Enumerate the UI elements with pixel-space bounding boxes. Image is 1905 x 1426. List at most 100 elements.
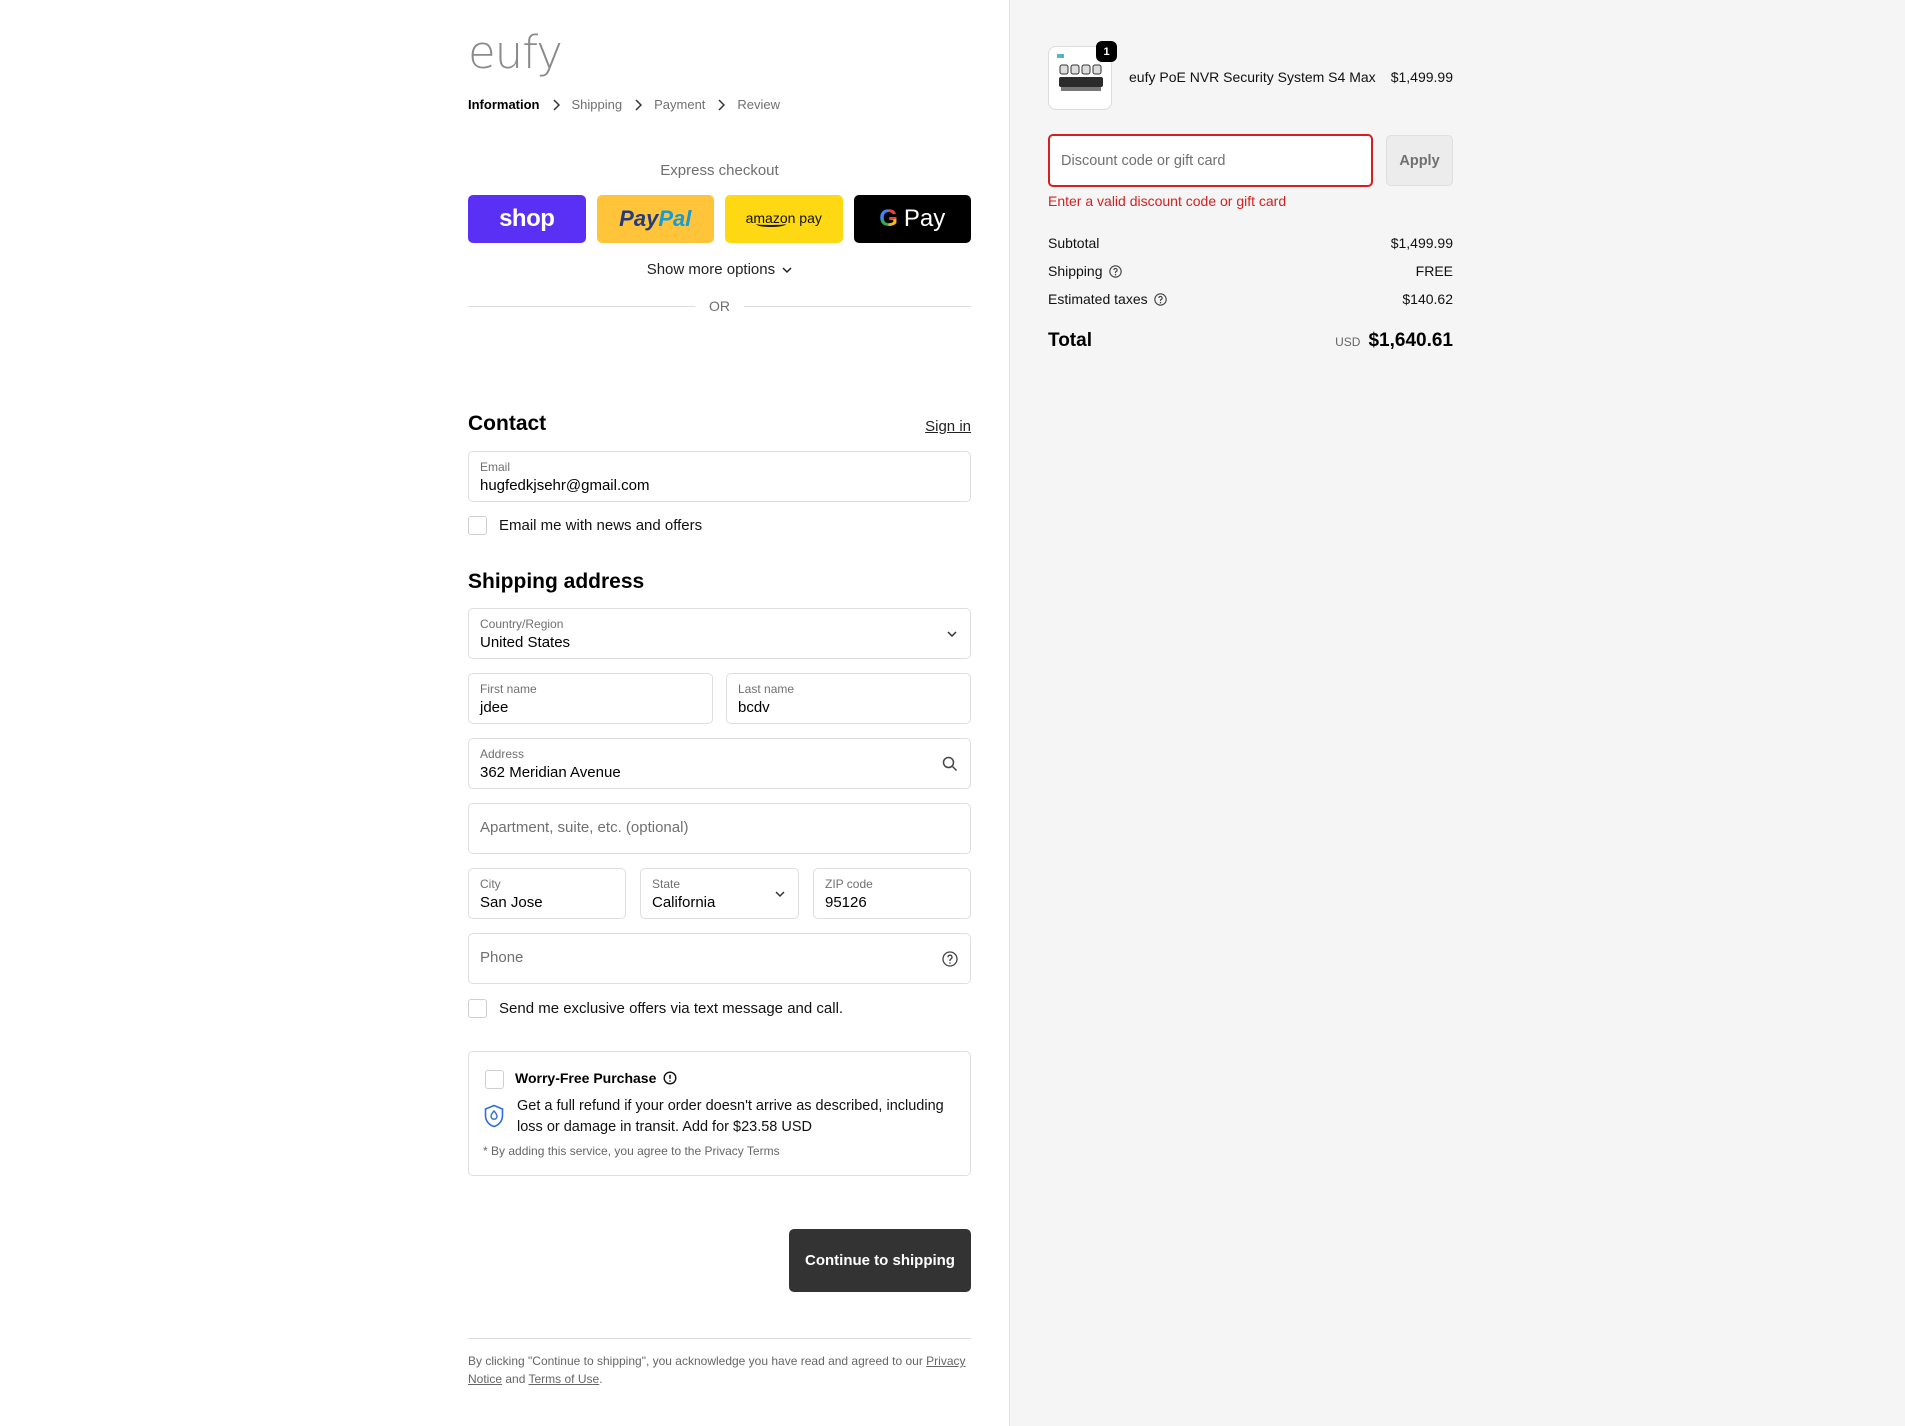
discount-code-input[interactable]: Discount code or gift card (1048, 134, 1373, 187)
zip-label: ZIP code (825, 877, 873, 891)
google-pay-label: Pay (903, 205, 946, 232)
first-name-label: First name (480, 682, 537, 696)
shop-pay-label: shop (499, 205, 555, 232)
taxes-value: $140.62 (1402, 291, 1453, 307)
show-more-options-button[interactable]: Show more options (468, 261, 971, 278)
shipping-address-heading: Shipping address (468, 570, 645, 593)
shop-pay-button[interactable]: shop (468, 195, 586, 243)
zip-value: 95126 (825, 894, 867, 911)
chevron-down-icon (946, 630, 958, 638)
first-name-value: jdee (480, 699, 509, 716)
address-value: 362 Meridian Avenue (480, 764, 621, 781)
quantity-badge: 1 (1096, 41, 1117, 62)
email-news-checkbox[interactable] (468, 516, 487, 535)
state-value: California (652, 894, 716, 911)
breadcrumb-review[interactable]: Review (737, 97, 780, 112)
divider-line (468, 305, 695, 307)
breadcrumb-shipping[interactable]: Shipping (572, 97, 623, 112)
google-pay-button[interactable]: G Pay (853, 195, 971, 243)
breadcrumb-information: Information (468, 97, 540, 112)
order-summary-panel: 1 eufy PoE NVR Security System S4 Max $1… (1009, 0, 1905, 1426)
phone-field[interactable]: Phone (468, 933, 971, 984)
zip-field[interactable]: ZIP code 95126 (813, 868, 971, 919)
breadcrumb: Information Shipping Payment Review (468, 97, 780, 112)
help-circle-icon[interactable] (1153, 292, 1167, 306)
apartment-field[interactable]: Apartment, suite, etc. (optional) (468, 803, 971, 854)
currency-code: USD (1335, 335, 1361, 349)
discount-error-message: Enter a valid discount code or gift card (1048, 193, 1287, 209)
eufy-logo[interactable]: eufy (468, 30, 563, 75)
shipping-label-group: Shipping (1048, 263, 1122, 279)
paypal-button[interactable]: Pay Pal (596, 195, 714, 243)
country-select[interactable]: Country/Region United States (468, 608, 971, 659)
chevron-down-icon (782, 267, 792, 274)
legal-suffix: . (599, 1372, 603, 1386)
total-amount-group: USD $1,640.61 (1335, 330, 1453, 352)
worry-free-note: * By adding this service, you agree to t… (483, 1144, 780, 1158)
or-label: OR (709, 298, 730, 314)
legal-notice: By clicking "Continue to shipping", you … (468, 1352, 971, 1388)
legal-and: and (502, 1372, 529, 1386)
country-value: United States (480, 634, 571, 651)
footer-divider (468, 1338, 971, 1339)
amazon-smile-icon (755, 221, 786, 227)
worry-free-purchase-box: Worry-Free Purchase Get a full refund if… (468, 1051, 971, 1176)
worry-free-checkbox[interactable] (485, 1070, 504, 1089)
amazon-pay-button[interactable]: amazon pay (725, 195, 843, 243)
search-icon (942, 756, 958, 772)
contact-heading: Contact (468, 412, 547, 435)
google-g-icon: G (879, 205, 898, 232)
show-more-options-label: Show more options (646, 261, 776, 278)
chevron-right-icon (717, 98, 726, 111)
worry-free-description: Get a full refund if your order doesn't … (517, 1098, 944, 1135)
terms-of-use-link[interactable]: Terms of Use (529, 1372, 600, 1386)
city-value: San Jose (480, 894, 543, 911)
paypal-label-1: Pay (619, 206, 659, 231)
state-select[interactable]: State California (640, 868, 799, 919)
city-label: City (480, 877, 501, 891)
continue-to-shipping-button[interactable]: Continue to shipping (789, 1229, 971, 1292)
divider-line (744, 305, 971, 307)
apartment-placeholder: Apartment, suite, etc. (optional) (480, 819, 689, 836)
taxes-row: Estimated taxes $140.62 (1048, 291, 1453, 307)
address-label: Address (480, 747, 525, 761)
or-divider: OR (468, 298, 971, 314)
help-circle-icon[interactable] (1108, 264, 1122, 278)
worry-free-title: Worry-Free Purchase (515, 1070, 677, 1086)
total-row: Total USD $1,640.61 (1048, 330, 1453, 352)
help-circle-icon[interactable] (942, 950, 958, 967)
subtotal-row: Subtotal $1,499.99 (1048, 235, 1453, 251)
email-field[interactable]: Email hugfedkjsehr@gmail.com (468, 451, 971, 502)
taxes-label-group: Estimated taxes (1048, 291, 1167, 307)
country-label: Country/Region (480, 617, 564, 631)
shipping-label: Shipping (1048, 263, 1103, 279)
first-name-field[interactable]: First name jdee (468, 673, 713, 724)
state-label: State (652, 877, 681, 891)
subtotal-value: $1,499.99 (1390, 235, 1453, 251)
chevron-right-icon (634, 98, 643, 111)
sms-offers-checkbox[interactable] (468, 999, 487, 1018)
email-news-option: Email me with news and offers (468, 516, 702, 535)
email-value: hugfedkjsehr@gmail.com (480, 477, 650, 494)
apply-discount-button[interactable]: Apply (1386, 135, 1453, 186)
phone-placeholder: Phone (480, 949, 524, 966)
breadcrumb-payment[interactable]: Payment (654, 97, 705, 112)
last-name-value: bcdv (738, 699, 770, 716)
checkout-main-panel: eufy Information Shipping Payment Review… (0, 0, 1009, 1426)
email-label: Email (480, 460, 511, 474)
sign-in-link[interactable]: Sign in (925, 418, 971, 435)
express-checkout-buttons: shop Pay Pal amazon pay G Pay (468, 195, 971, 243)
info-icon[interactable] (663, 1071, 677, 1085)
express-checkout-title: Express checkout (660, 162, 779, 179)
subtotal-label: Subtotal (1048, 235, 1100, 251)
sms-offers-label: Send me exclusive offers via text messag… (499, 1000, 844, 1017)
shipping-value: FREE (1415, 263, 1453, 279)
discount-placeholder: Discount code or gift card (1061, 153, 1226, 169)
product-thumbnail: 1 (1048, 41, 1117, 110)
city-field[interactable]: City San Jose (468, 868, 626, 919)
email-news-label: Email me with news and offers (499, 517, 703, 534)
taxes-label: Estimated taxes (1048, 291, 1148, 307)
last-name-field[interactable]: Last name bcdv (726, 673, 971, 724)
address-field[interactable]: Address 362 Meridian Avenue (468, 738, 971, 789)
shipping-row: Shipping FREE (1048, 263, 1453, 279)
